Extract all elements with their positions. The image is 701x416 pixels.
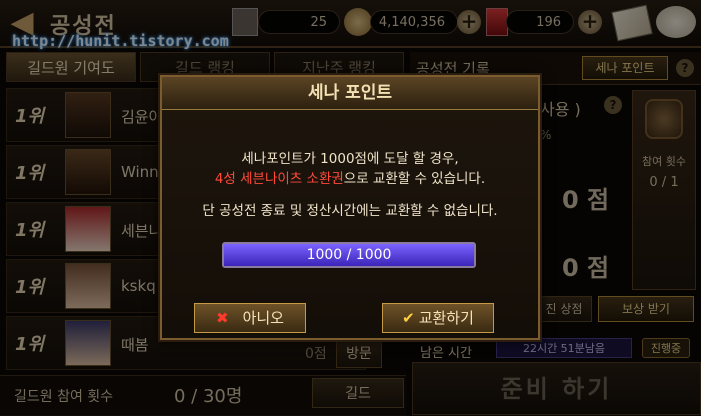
dialog-line-2: 4성 세븐나이츠 소환권으로 교환할 수 있습니다. [162, 167, 538, 187]
progress-label: 1000 / 1000 [306, 247, 392, 263]
dialog-title: 세나 포인트 [307, 83, 393, 103]
exchange-button[interactable]: ✔ 교환하기 [382, 303, 494, 333]
dialog-line-3: 단 공성전 종료 및 정산시간에는 교환할 수 없습니다. [202, 203, 498, 219]
exchange-label: 교환하기 [418, 309, 474, 327]
dialog-line-2-rest: 으로 교환할 수 있습니다. [343, 171, 486, 187]
checkmark-icon: ✔ [402, 309, 415, 327]
ticket-highlight: 4성 세븐나이츠 소환권 [214, 171, 344, 187]
sena-point-dialog: 세나 포인트 세나포인트가 1000점에 도달 할 경우, 4성 세븐나이츠 소… [160, 75, 540, 340]
cancel-label: 아니오 [242, 309, 284, 327]
cancel-button[interactable]: ✖ 아니오 [194, 303, 306, 333]
sena-point-progress: 1000 / 1000 [222, 242, 476, 268]
dialog-line-1: 세나포인트가 1000점에 도달 할 경우, [241, 151, 459, 167]
close-x-icon: ✖ [216, 309, 229, 327]
